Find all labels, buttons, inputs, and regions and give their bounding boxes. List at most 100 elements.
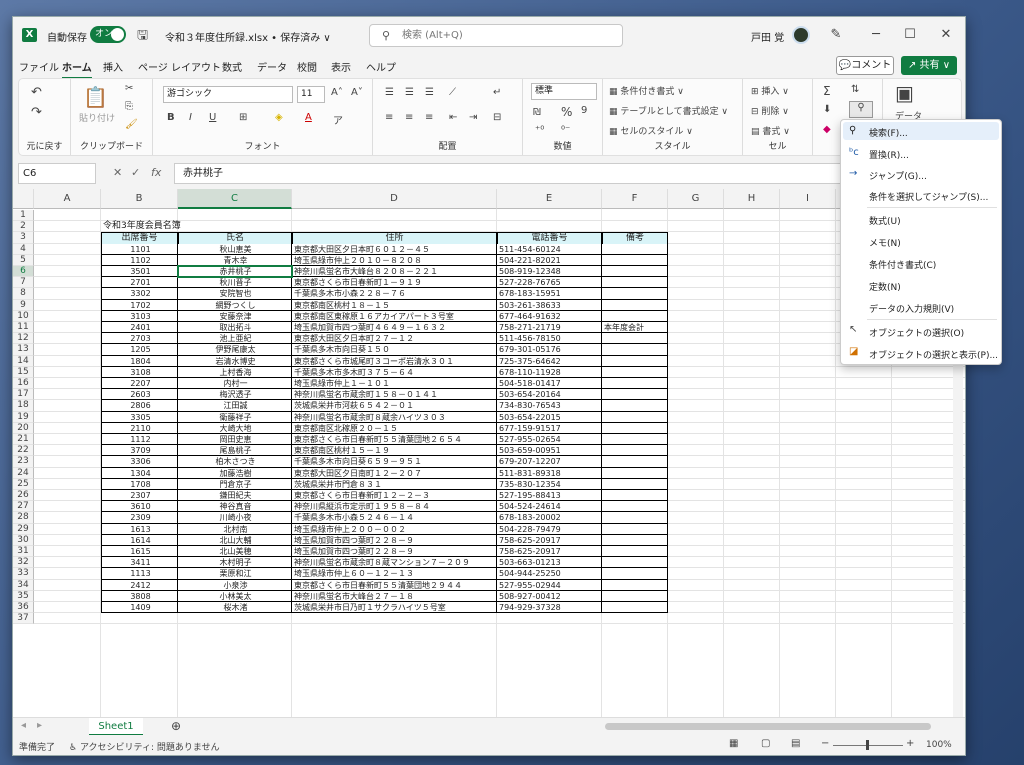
underline-icon[interactable]: U bbox=[209, 112, 216, 123]
table-cell[interactable]: 2412 bbox=[101, 579, 178, 591]
table-cell[interactable]: 茨城県栄井市日乃町１サクラハイツ５号室 bbox=[292, 602, 497, 614]
table-cell[interactable]: 508-919-12348 bbox=[497, 266, 602, 278]
table-cell[interactable] bbox=[602, 400, 668, 412]
currency-icon[interactable]: ₪ bbox=[533, 107, 541, 118]
table-cell[interactable]: 神奈川県蛍名市蔵余町１５８－０１４１ bbox=[292, 389, 497, 401]
table-cell[interactable] bbox=[602, 557, 668, 569]
table-cell[interactable]: 千葉県多木市向日葵６５９－９５１ bbox=[292, 456, 497, 468]
menu-data-validation[interactable]: データの入力規則(V) bbox=[869, 302, 954, 315]
format-as-table-button[interactable]: ▦ テーブルとして書式設定 ∨ bbox=[609, 104, 728, 117]
row-header[interactable]: 35 bbox=[13, 590, 34, 602]
table-cell[interactable]: 安院智也 bbox=[178, 288, 292, 300]
fill-color-icon[interactable]: ◈ bbox=[275, 112, 283, 123]
table-cell[interactable]: 北山大輔 bbox=[178, 534, 292, 546]
table-cell[interactable] bbox=[602, 434, 668, 446]
table-cell[interactable]: 2603 bbox=[101, 389, 178, 401]
autosum-icon[interactable]: Σ bbox=[823, 84, 831, 98]
table-cell[interactable]: 679-207-12207 bbox=[497, 456, 602, 468]
align-bottom-icon[interactable]: ☰ bbox=[425, 87, 434, 98]
spreadsheet-grid[interactable]: ABCDEFGHIJ123456789101112131415161718192… bbox=[13, 189, 965, 717]
table-cell[interactable]: 小泉渉 bbox=[178, 579, 292, 591]
enter-icon[interactable]: ✓ bbox=[131, 166, 140, 179]
select-all-corner[interactable] bbox=[13, 189, 34, 209]
menu-constants[interactable]: 定数(N) bbox=[869, 280, 901, 293]
table-cell[interactable]: 504-944-25250 bbox=[497, 568, 602, 580]
font-name-select[interactable]: 游ゴシック bbox=[163, 86, 293, 103]
tab-page-layout[interactable]: ページ レイアウト bbox=[138, 59, 221, 74]
table-cell[interactable]: 3103 bbox=[101, 310, 178, 322]
table-cell[interactable]: 川崎小夜 bbox=[178, 512, 292, 524]
analyze-data-icon[interactable]: ▣ bbox=[895, 81, 914, 105]
table-cell[interactable]: 2110 bbox=[101, 422, 178, 434]
conditional-format-button[interactable]: ▦ 条件付き書式 ∨ bbox=[609, 84, 684, 97]
table-cell[interactable]: 527-955-02654 bbox=[497, 434, 602, 446]
table-cell[interactable] bbox=[602, 568, 668, 580]
table-cell[interactable]: 埼玉県綠市仲上２００－００２ bbox=[292, 523, 497, 535]
autosave-toggle[interactable]: オン bbox=[90, 26, 126, 43]
table-cell[interactable]: 758-625-20917 bbox=[497, 534, 602, 546]
table-cell[interactable]: 508-927-00412 bbox=[497, 590, 602, 602]
phonetic-icon[interactable]: ア bbox=[333, 112, 343, 127]
redo-icon[interactable]: ↷ bbox=[31, 105, 42, 120]
table-cell[interactable]: 3302 bbox=[101, 288, 178, 300]
menu-conditional-formatting[interactable]: 条件付き書式(C) bbox=[869, 258, 936, 271]
tab-home[interactable]: ホーム bbox=[62, 59, 92, 79]
table-cell[interactable]: 734-830-76543 bbox=[497, 400, 602, 412]
undo-icon[interactable]: ↶ bbox=[31, 85, 42, 100]
table-cell[interactable] bbox=[602, 602, 668, 614]
table-cell[interactable]: 735-830-12354 bbox=[497, 478, 602, 490]
table-cell[interactable]: 東京都さくら市日春新町５５清葉団地２９４４ bbox=[292, 579, 497, 591]
table-cell[interactable]: 東京都南区桃村１８－１５ bbox=[292, 299, 497, 311]
cancel-icon[interactable]: ✕ bbox=[113, 166, 122, 179]
border-icon[interactable]: ⊞ bbox=[239, 112, 247, 123]
table-cell[interactable]: 1708 bbox=[101, 478, 178, 490]
row-header[interactable]: 36 bbox=[13, 602, 34, 614]
next-sheet-icon[interactable]: ▸ bbox=[37, 720, 42, 731]
table-cell[interactable]: 神奈川県蛍名市大峰台８２０８－２２１ bbox=[292, 266, 497, 278]
row-header[interactable]: 4 bbox=[13, 243, 34, 255]
table-cell[interactable] bbox=[602, 579, 668, 591]
table-cell[interactable]: 3306 bbox=[101, 456, 178, 468]
table-cell[interactable]: 神奈川県縦浜市定示町１９５８－８４ bbox=[292, 501, 497, 513]
save-icon[interactable]: 🖫 bbox=[137, 26, 148, 48]
table-cell[interactable]: 2307 bbox=[101, 490, 178, 502]
table-cell[interactable]: 埼玉県綠市仲上６０－１２－１３ bbox=[292, 568, 497, 580]
table-cell[interactable]: 東京都大田区夕日本町２７－１２ bbox=[292, 333, 497, 345]
prev-sheet-icon[interactable]: ◂ bbox=[21, 720, 26, 731]
table-cell[interactable]: 秋川晋子 bbox=[178, 277, 292, 289]
table-cell[interactable] bbox=[602, 254, 668, 266]
table-cell[interactable]: 758-271-21719 bbox=[497, 322, 602, 334]
add-sheet-icon[interactable]: ⊕ bbox=[171, 719, 181, 733]
row-header[interactable]: 23 bbox=[13, 456, 34, 468]
menu-goto[interactable]: ジャンプ(G)... bbox=[869, 169, 927, 182]
table-cell[interactable] bbox=[602, 333, 668, 345]
row-header[interactable]: 3 bbox=[13, 232, 34, 244]
table-cell[interactable]: 677-159-91517 bbox=[497, 422, 602, 434]
table-cell[interactable]: 池上亜紀 bbox=[178, 333, 292, 345]
table-cell[interactable]: 衛藤祥子 bbox=[178, 411, 292, 423]
row-header[interactable]: 30 bbox=[13, 534, 34, 546]
table-cell[interactable] bbox=[602, 243, 668, 255]
table-cell[interactable]: 岡田史恵 bbox=[178, 434, 292, 446]
table-cell[interactable]: 桜木渚 bbox=[178, 602, 292, 614]
table-cell[interactable]: 527-228-76765 bbox=[497, 277, 602, 289]
table-cell[interactable]: 527-195-88413 bbox=[497, 490, 602, 502]
row-header[interactable]: 18 bbox=[13, 400, 34, 412]
table-cell[interactable]: 3305 bbox=[101, 411, 178, 423]
row-header[interactable]: 9 bbox=[13, 299, 34, 311]
table-cell[interactable] bbox=[602, 378, 668, 390]
table-cell[interactable]: 3709 bbox=[101, 445, 178, 457]
table-cell[interactable]: 503-659-00951 bbox=[497, 445, 602, 457]
table-cell[interactable]: 埼玉県加賀市四つ葉町２２８－９ bbox=[292, 546, 497, 558]
table-cell[interactable]: 千葉県多木市小森５２４６－１４ bbox=[292, 512, 497, 524]
table-cell[interactable]: 504-524-24614 bbox=[497, 501, 602, 513]
tab-review[interactable]: 校閲 bbox=[297, 59, 317, 74]
row-header[interactable]: 34 bbox=[13, 579, 34, 591]
format-cells-button[interactable]: ▤ 書式 ∨ bbox=[751, 124, 790, 137]
table-cell[interactable]: 埼玉県加賀市四つ葉町４６４９－１６３２ bbox=[292, 322, 497, 334]
table-cell[interactable]: 2309 bbox=[101, 512, 178, 524]
percent-icon[interactable]: % bbox=[561, 105, 572, 119]
menu-find[interactable]: 検索(F)... bbox=[869, 126, 908, 139]
column-header[interactable]: A bbox=[34, 189, 101, 209]
table-cell[interactable] bbox=[602, 523, 668, 535]
